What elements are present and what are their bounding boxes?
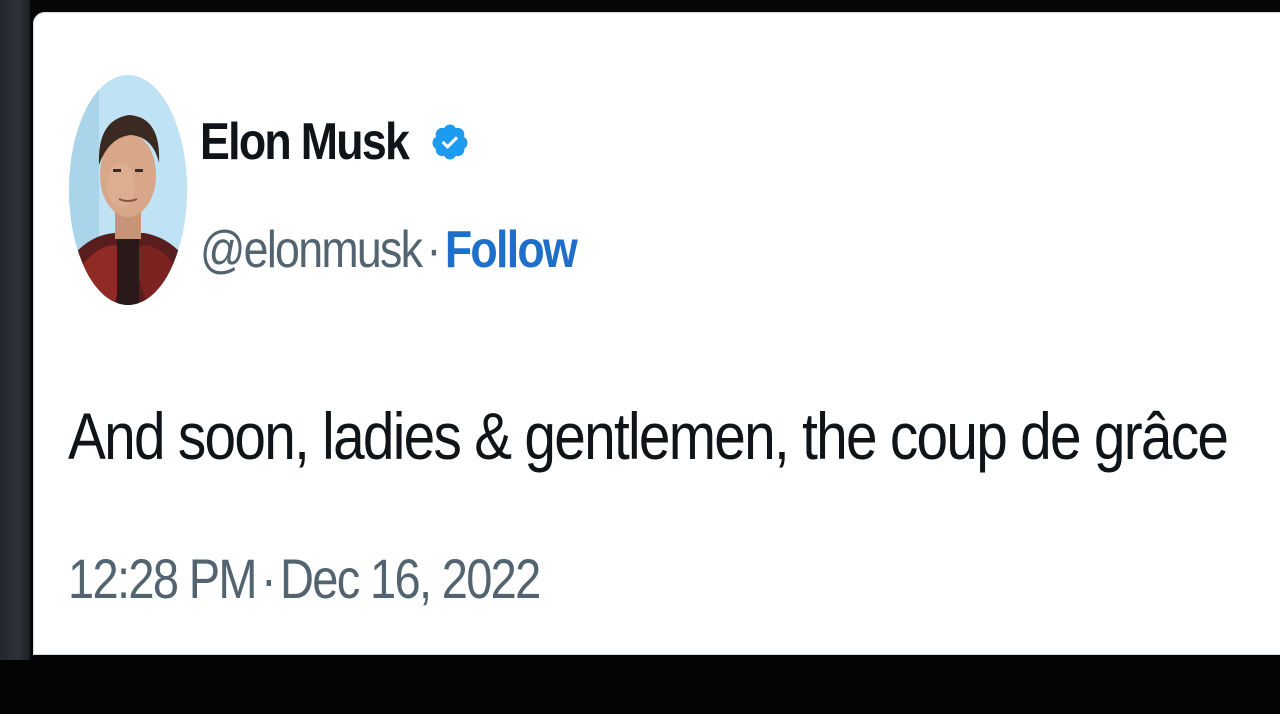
tweet-text: And soon, ladies & gentlemen, the coup d…	[68, 399, 1229, 473]
tweet-card: Elon Musk @elonmusk·Follow And soon, lad…	[33, 12, 1280, 655]
author-name-row: Elon Musk	[200, 112, 470, 172]
window-edge	[0, 0, 30, 660]
bottom-letterbox	[0, 660, 1280, 714]
avatar[interactable]	[69, 75, 187, 305]
tweet-time: 12:28 PM	[68, 547, 258, 610]
tweet-date: Dec 16, 2022	[279, 547, 541, 610]
author-handle[interactable]: @elonmusk	[200, 221, 423, 279]
follow-button[interactable]: Follow	[445, 221, 578, 279]
tweet-timestamp[interactable]: 12:28 PM·Dec 16, 2022	[68, 546, 541, 611]
separator-dot: ·	[260, 547, 277, 610]
author-display-name[interactable]: Elon Musk	[200, 112, 410, 172]
author-handle-row: @elonmusk·Follow	[200, 220, 578, 280]
profile-photo-icon	[69, 75, 187, 305]
separator-dot: ·	[426, 221, 441, 279]
screen-frame: Elon Musk @elonmusk·Follow And soon, lad…	[0, 0, 1280, 714]
verified-badge-icon	[432, 124, 468, 160]
